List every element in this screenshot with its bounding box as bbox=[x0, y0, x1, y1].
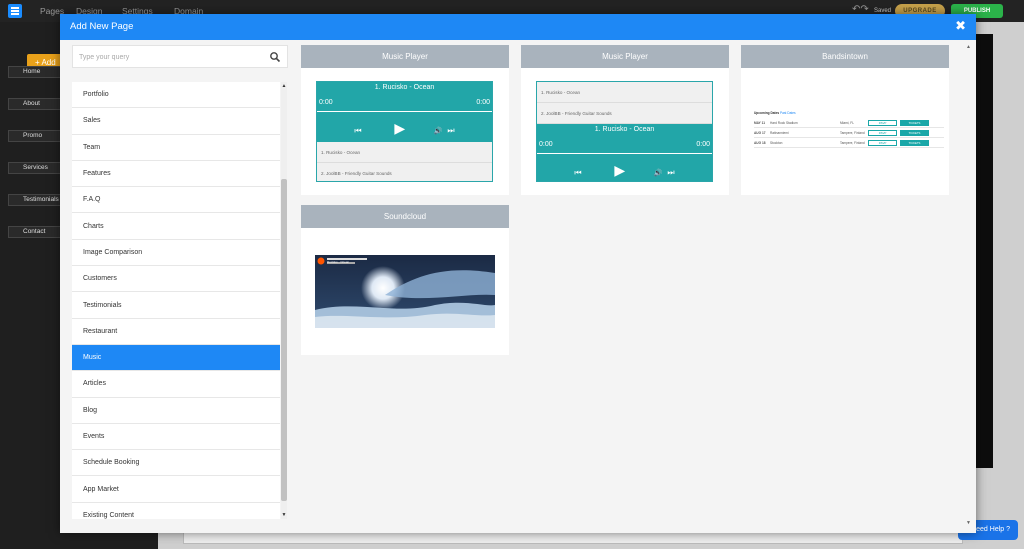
playlist-item: 2. JoolBB - Friendly Guitar Sounds bbox=[537, 103, 712, 124]
music-player-preview: 1. Rucisko - Ocean 2. JoolBB - Friendly … bbox=[536, 81, 713, 182]
music-player-preview: 1. Rucisko - Ocean 0:00 0:00 ⏮ ▶ 🔊 ⏭ 1. … bbox=[316, 81, 493, 182]
search-icon[interactable] bbox=[269, 51, 281, 63]
page-item-services[interactable]: Services bbox=[8, 162, 68, 174]
scroll-up-icon[interactable]: ▲ bbox=[280, 82, 288, 90]
page-item-about[interactable]: About bbox=[8, 98, 68, 110]
scroll-down-icon[interactable]: ▼ bbox=[280, 511, 288, 519]
page-item-promo[interactable]: Promo bbox=[8, 130, 68, 142]
template-card-bandsintown[interactable]: Bandsintown Upcoming Dates Past Dates MA… bbox=[741, 45, 949, 195]
time-start: 0:00 bbox=[539, 141, 553, 148]
event-venue: Hard Rock Stadium bbox=[770, 120, 798, 125]
playlist-item: 1. Rucisko - Ocean bbox=[537, 82, 712, 103]
main-scroll-up-icon[interactable]: ▲ bbox=[966, 44, 971, 50]
past-dates-link: Past Dates bbox=[780, 111, 796, 115]
search-box bbox=[72, 45, 288, 68]
time-end: 0:00 bbox=[476, 99, 490, 106]
track-title: 1. Rucisko - Ocean bbox=[374, 84, 435, 91]
search-input[interactable] bbox=[79, 50, 259, 64]
time-end: 0:00 bbox=[696, 141, 710, 148]
prev-icon: ⏮ bbox=[354, 126, 362, 135]
modal-title: Add New Page bbox=[70, 21, 134, 32]
event-date: MAY 11 bbox=[754, 120, 765, 125]
next-icon: ⏭ bbox=[447, 126, 455, 135]
play-icon: ▶ bbox=[394, 120, 406, 136]
volume-icon: 🔊 bbox=[653, 170, 663, 177]
next-icon: ⏭ bbox=[667, 168, 675, 177]
track-title: 1. Rucisko - Ocean bbox=[594, 126, 655, 133]
page-item-testimonials[interactable]: Testimonials bbox=[8, 194, 68, 206]
category-item-f-a-q[interactable]: F.A.Q bbox=[72, 187, 280, 214]
rsvp-button: RSVP bbox=[868, 119, 897, 126]
category-item-existing-content[interactable]: Existing Content bbox=[72, 503, 280, 519]
category-item-restaurant[interactable]: Restaurant bbox=[72, 319, 280, 345]
card-title: Bandsintown bbox=[741, 45, 949, 68]
bandsintown-preview: Upcoming Dates Past Dates MAY 11 Hard Ro… bbox=[754, 111, 944, 148]
category-item-charts[interactable]: Charts bbox=[72, 213, 280, 240]
template-card-music-player-2[interactable]: Music Player 1. Rucisko - Ocean 2. JoolB… bbox=[521, 45, 729, 195]
page-item-home[interactable]: Home bbox=[8, 66, 68, 78]
time-start: 0:00 bbox=[319, 99, 333, 106]
category-scrollbar[interactable]: ▲ ▼ bbox=[280, 82, 288, 519]
card-title: Music Player bbox=[521, 45, 729, 68]
playlist-item: 1. Rucisko - Ocean bbox=[317, 142, 492, 163]
event-row: AUG 17 Ratinanniemi Tampere, Finland RSV… bbox=[754, 128, 944, 138]
event-location: Tampere, Finland bbox=[840, 140, 865, 145]
tickets-button: TICKETS bbox=[900, 119, 929, 126]
soundcloud-preview-image: Rucisko - Ocean bbox=[315, 255, 495, 328]
category-item-team[interactable]: Team bbox=[72, 135, 280, 161]
upcoming-dates-label: Upcoming Dates bbox=[754, 111, 780, 115]
event-row: AUG 18 Stockton Tampere, Finland RSVP TI… bbox=[754, 138, 944, 148]
player-controls-area: 1. Rucisko - Ocean 0:00 0:00 ⏮ ▶ 🔊 ⏭ bbox=[317, 82, 492, 142]
volume-icon: 🔊 bbox=[433, 128, 443, 135]
soundcloud-caption: Rucisko - Ocean bbox=[327, 260, 350, 264]
category-item-schedule-booking[interactable]: Schedule Booking bbox=[72, 450, 280, 477]
close-icon[interactable]: ✖ bbox=[955, 18, 966, 34]
rsvp-button: RSVP bbox=[868, 129, 897, 136]
tickets-button: TICKETS bbox=[900, 129, 929, 136]
event-location: Tampere, Finland bbox=[840, 130, 865, 135]
rsvp-button: RSVP bbox=[868, 139, 897, 146]
card-title: Soundcloud bbox=[301, 205, 509, 228]
play-icon: ▶ bbox=[614, 162, 626, 178]
soundcloud-artwork bbox=[315, 255, 495, 328]
template-card-music-player-1[interactable]: Music Player 1. Rucisko - Ocean 0:00 0:0… bbox=[301, 45, 509, 195]
category-item-events[interactable]: Events bbox=[72, 424, 280, 451]
page-item-contact[interactable]: Contact bbox=[8, 226, 68, 238]
event-location: Miami, FL bbox=[840, 120, 854, 125]
category-list: Portfolio Sales Team Features F.A.Q Charts Ima… bbox=[72, 82, 280, 519]
event-venue: Stockton bbox=[770, 140, 783, 145]
hamburger-menu-icon[interactable] bbox=[8, 4, 22, 18]
category-item-features[interactable]: Features bbox=[72, 161, 280, 188]
event-venue: Ratinanniemi bbox=[770, 130, 789, 135]
scroll-thumb[interactable] bbox=[281, 179, 287, 501]
player-buttons: ⏮ ▶ 🔊 ⏭ bbox=[537, 162, 712, 179]
category-item-music[interactable]: Music bbox=[72, 344, 280, 372]
modal-header: Add New Page ✖ bbox=[60, 14, 976, 40]
category-item-articles[interactable]: Articles bbox=[72, 371, 280, 398]
category-item-customers[interactable]: Customers bbox=[72, 266, 280, 293]
card-title: Music Player bbox=[301, 45, 509, 68]
event-date: AUG 17 bbox=[754, 130, 766, 135]
progress-bar bbox=[537, 153, 712, 154]
progress-bar bbox=[317, 111, 492, 112]
category-item-testimonials[interactable]: Testimonials bbox=[72, 292, 280, 319]
event-row: MAY 11 Hard Rock Stadium Miami, FL RSVP … bbox=[754, 118, 944, 128]
player-buttons: ⏮ ▶ 🔊 ⏭ bbox=[317, 120, 492, 137]
main-scroll-down-icon[interactable]: ▼ bbox=[966, 520, 971, 526]
event-date: AUG 18 bbox=[754, 140, 766, 145]
add-new-page-modal: Add New Page ✖ PortfolioSalesTeamFeature… bbox=[60, 14, 976, 533]
tickets-button: TICKETS bbox=[900, 139, 929, 146]
player-controls-area: 1. Rucisko - Ocean 0:00 0:00 ⏮ ▶ 🔊 ⏭ bbox=[537, 124, 712, 181]
category-item-blog[interactable]: Blog bbox=[72, 398, 280, 424]
category-item-image-comparison[interactable]: Image Comparison bbox=[72, 240, 280, 267]
category-item-app-market[interactable]: App Market bbox=[72, 476, 280, 503]
category-item-sales[interactable]: Sales bbox=[72, 108, 280, 135]
category-item-portfolio[interactable]: Portfolio bbox=[72, 82, 280, 109]
template-card-soundcloud[interactable]: Soundcloud Rucisko - Ocean bbox=[301, 205, 509, 355]
playlist-item: 2. JoolBB - Friendly Guitar Sounds bbox=[317, 163, 492, 181]
events-heading: Upcoming Dates Past Dates bbox=[754, 111, 944, 115]
prev-icon: ⏮ bbox=[574, 168, 582, 177]
